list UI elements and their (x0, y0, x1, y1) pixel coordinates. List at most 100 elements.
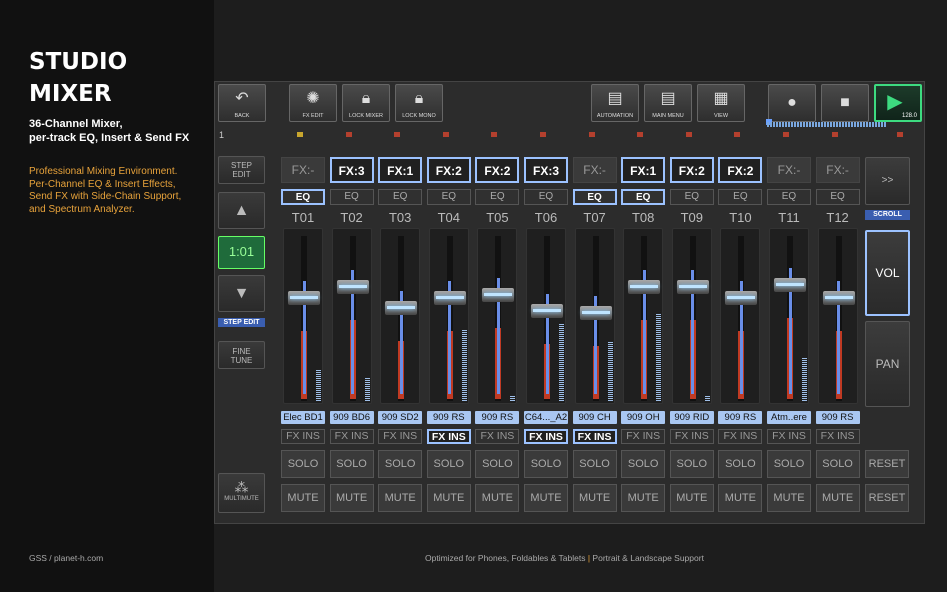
eq-button[interactable]: EQ (572, 189, 617, 205)
pan-mode-button[interactable]: PAN (865, 321, 910, 407)
fader-handle[interactable] (676, 280, 709, 294)
mute-button[interactable]: MUTE (767, 484, 811, 512)
solo-button[interactable]: SOLO (281, 450, 325, 478)
track-name-label[interactable]: C64..._A2 (524, 411, 568, 424)
fx-insert-button[interactable]: FX INS (426, 429, 471, 444)
fx-send-select[interactable]: FX:2 (669, 157, 714, 183)
eq-button[interactable]: EQ (378, 189, 423, 205)
solo-button[interactable]: SOLO (475, 450, 520, 478)
volume-fader[interactable] (283, 228, 323, 404)
track-name-label[interactable]: 909 CH (572, 411, 617, 424)
eq-button[interactable]: EQ (524, 189, 568, 205)
scroll-button[interactable]: >> (865, 157, 910, 205)
volume-fader[interactable] (428, 228, 469, 404)
fader-handle[interactable] (336, 280, 369, 294)
volume-fader[interactable] (769, 228, 809, 404)
mute-button[interactable]: MUTE (378, 484, 423, 512)
solo-button[interactable]: SOLO (329, 450, 374, 478)
track-name-label[interactable]: 909 RS (426, 411, 471, 424)
volume-fader[interactable] (331, 228, 372, 404)
mute-button[interactable]: MUTE (329, 484, 374, 512)
fader-handle[interactable] (725, 291, 758, 306)
fx-send-select[interactable]: FX:3 (329, 157, 374, 183)
fx-insert-button[interactable]: FX INS (281, 429, 325, 444)
fx-send-select[interactable]: FX:1 (621, 157, 666, 183)
fx-insert-button[interactable]: FX INS (329, 429, 374, 444)
mute-button[interactable]: MUTE (281, 484, 325, 512)
fx-insert-button[interactable]: FX INS (378, 429, 423, 444)
fx-insert-button[interactable]: FX INS (475, 429, 520, 444)
solo-button[interactable]: SOLO (767, 450, 811, 478)
reset-mute-button[interactable]: RESET (865, 484, 909, 512)
fx-send-select[interactable]: FX:2 (475, 157, 520, 183)
fx-send-select[interactable]: FX:- (281, 157, 325, 183)
solo-button[interactable]: SOLO (524, 450, 568, 478)
step-edit-button[interactable]: STEP EDIT (218, 156, 265, 184)
mute-button[interactable]: MUTE (718, 484, 763, 512)
fx-insert-button[interactable]: FX INS (767, 429, 811, 444)
fader-handle[interactable] (579, 305, 612, 320)
eq-button[interactable]: EQ (329, 189, 374, 205)
fx-send-select[interactable]: FX:- (572, 157, 617, 183)
fader-handle[interactable] (822, 291, 855, 306)
fader-handle[interactable] (288, 291, 320, 306)
solo-button[interactable]: SOLO (621, 450, 666, 478)
volume-fader[interactable] (720, 228, 761, 404)
solo-button[interactable]: SOLO (426, 450, 471, 478)
eq-button[interactable]: EQ (475, 189, 520, 205)
track-name-label[interactable]: 909 RS (815, 411, 860, 424)
fx-send-select[interactable]: FX:1 (378, 157, 423, 183)
track-name-label[interactable]: 909 BD6 (329, 411, 374, 424)
volume-fader[interactable] (574, 228, 615, 404)
solo-button[interactable]: SOLO (572, 450, 617, 478)
volume-fader[interactable] (526, 228, 566, 404)
fx-insert-button[interactable]: FX INS (669, 429, 714, 444)
mute-button[interactable]: MUTE (669, 484, 714, 512)
reset-solo-button[interactable]: RESET (865, 450, 909, 478)
vol-mode-button[interactable]: VOL (865, 230, 910, 316)
mute-button[interactable]: MUTE (621, 484, 666, 512)
mute-button[interactable]: MUTE (426, 484, 471, 512)
fader-handle[interactable] (774, 278, 806, 293)
multimute-button[interactable]: ⁂ MULTIMUTE (218, 473, 265, 513)
fx-send-select[interactable]: FX:- (767, 157, 811, 183)
volume-fader[interactable] (477, 228, 518, 404)
fx-insert-button[interactable]: FX INS (718, 429, 763, 444)
mute-button[interactable]: MUTE (572, 484, 617, 512)
volume-fader[interactable] (380, 228, 421, 404)
track-name-label[interactable]: 909 OH (621, 411, 666, 424)
fx-send-select[interactable]: FX:- (815, 157, 860, 183)
track-name-label[interactable]: Elec BD1 (281, 411, 325, 424)
fader-handle[interactable] (433, 291, 466, 306)
fx-insert-button[interactable]: FX INS (815, 429, 860, 444)
eq-button[interactable]: EQ (669, 189, 714, 205)
eq-button[interactable]: EQ (621, 189, 666, 205)
track-name-label[interactable]: Atm..ere (767, 411, 811, 424)
fader-handle[interactable] (531, 304, 563, 318)
back-button[interactable]: ↶ BACK (218, 84, 266, 122)
eq-button[interactable]: EQ (767, 189, 811, 205)
step-up-button[interactable]: ▲ (218, 192, 265, 229)
track-name-label[interactable]: 909 RS (718, 411, 763, 424)
volume-fader[interactable] (623, 228, 664, 404)
fx-insert-button[interactable]: FX INS (621, 429, 666, 444)
fine-tune-button[interactable]: FINE TUNE (218, 341, 265, 369)
eq-button[interactable]: EQ (815, 189, 860, 205)
eq-button[interactable]: EQ (281, 189, 325, 205)
track-name-label[interactable]: 909 RS (475, 411, 520, 424)
fx-send-select[interactable]: FX:3 (524, 157, 568, 183)
fader-handle[interactable] (628, 280, 661, 294)
track-name-label[interactable]: 909 SD2 (378, 411, 423, 424)
play-button[interactable]: ▶ 128.0 (874, 84, 922, 122)
solo-button[interactable]: SOLO (378, 450, 423, 478)
volume-fader[interactable] (671, 228, 712, 404)
fader-handle[interactable] (385, 300, 418, 315)
mute-button[interactable]: MUTE (815, 484, 860, 512)
mute-button[interactable]: MUTE (475, 484, 520, 512)
step-down-button[interactable]: ▼ (218, 275, 265, 312)
volume-fader[interactable] (817, 228, 858, 404)
fx-insert-button[interactable]: FX INS (524, 429, 568, 444)
eq-button[interactable]: EQ (426, 189, 471, 205)
eq-button[interactable]: EQ (718, 189, 763, 205)
solo-button[interactable]: SOLO (815, 450, 860, 478)
